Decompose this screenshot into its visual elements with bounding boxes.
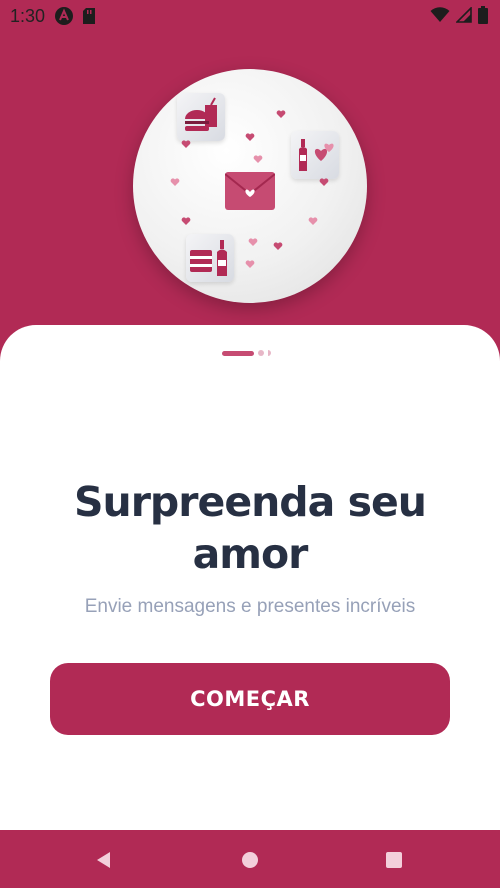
heart-icon bbox=[245, 133, 255, 141]
heart-icon bbox=[248, 238, 258, 246]
sd-card-icon bbox=[83, 8, 95, 24]
burger-drink-icon bbox=[177, 93, 225, 141]
signal-icon bbox=[456, 7, 472, 23]
android-debug-icon bbox=[55, 7, 73, 25]
love-letter-icon bbox=[224, 172, 276, 214]
heart-icon bbox=[308, 217, 318, 225]
back-button[interactable] bbox=[90, 846, 118, 874]
status-bar: 1:30 bbox=[0, 0, 500, 32]
recents-button[interactable] bbox=[380, 846, 408, 874]
heart-icon bbox=[273, 242, 283, 250]
wine-balloons-icon bbox=[291, 131, 339, 179]
heart-icon bbox=[181, 217, 191, 225]
heart-icon bbox=[245, 260, 255, 268]
heart-icon bbox=[181, 140, 191, 148]
system-nav-bar bbox=[0, 830, 500, 888]
heart-icon bbox=[170, 178, 180, 186]
cake-wine-icon bbox=[186, 234, 234, 282]
hero-illustration bbox=[133, 69, 367, 303]
page-indicator-dot bbox=[268, 350, 271, 356]
heart-icon bbox=[319, 178, 329, 186]
home-icon bbox=[242, 852, 258, 868]
home-button[interactable] bbox=[236, 846, 264, 874]
heart-icon bbox=[253, 155, 263, 163]
status-time: 1:30 bbox=[10, 6, 46, 26]
page-indicator-active bbox=[222, 350, 254, 356]
onboarding-subtitle: Envie mensagens e presentes incríveis bbox=[84, 596, 416, 617]
onboarding-headline: Surpreenda seu amor bbox=[74, 478, 427, 578]
start-button[interactable]: COMEÇAR bbox=[50, 663, 450, 735]
back-icon bbox=[97, 852, 110, 868]
wifi-icon bbox=[430, 7, 450, 22]
page-indicator bbox=[222, 350, 271, 356]
page-indicator-dot bbox=[258, 350, 264, 356]
recents-icon bbox=[386, 852, 402, 868]
heart-icon bbox=[276, 110, 286, 118]
battery-icon bbox=[478, 6, 488, 24]
